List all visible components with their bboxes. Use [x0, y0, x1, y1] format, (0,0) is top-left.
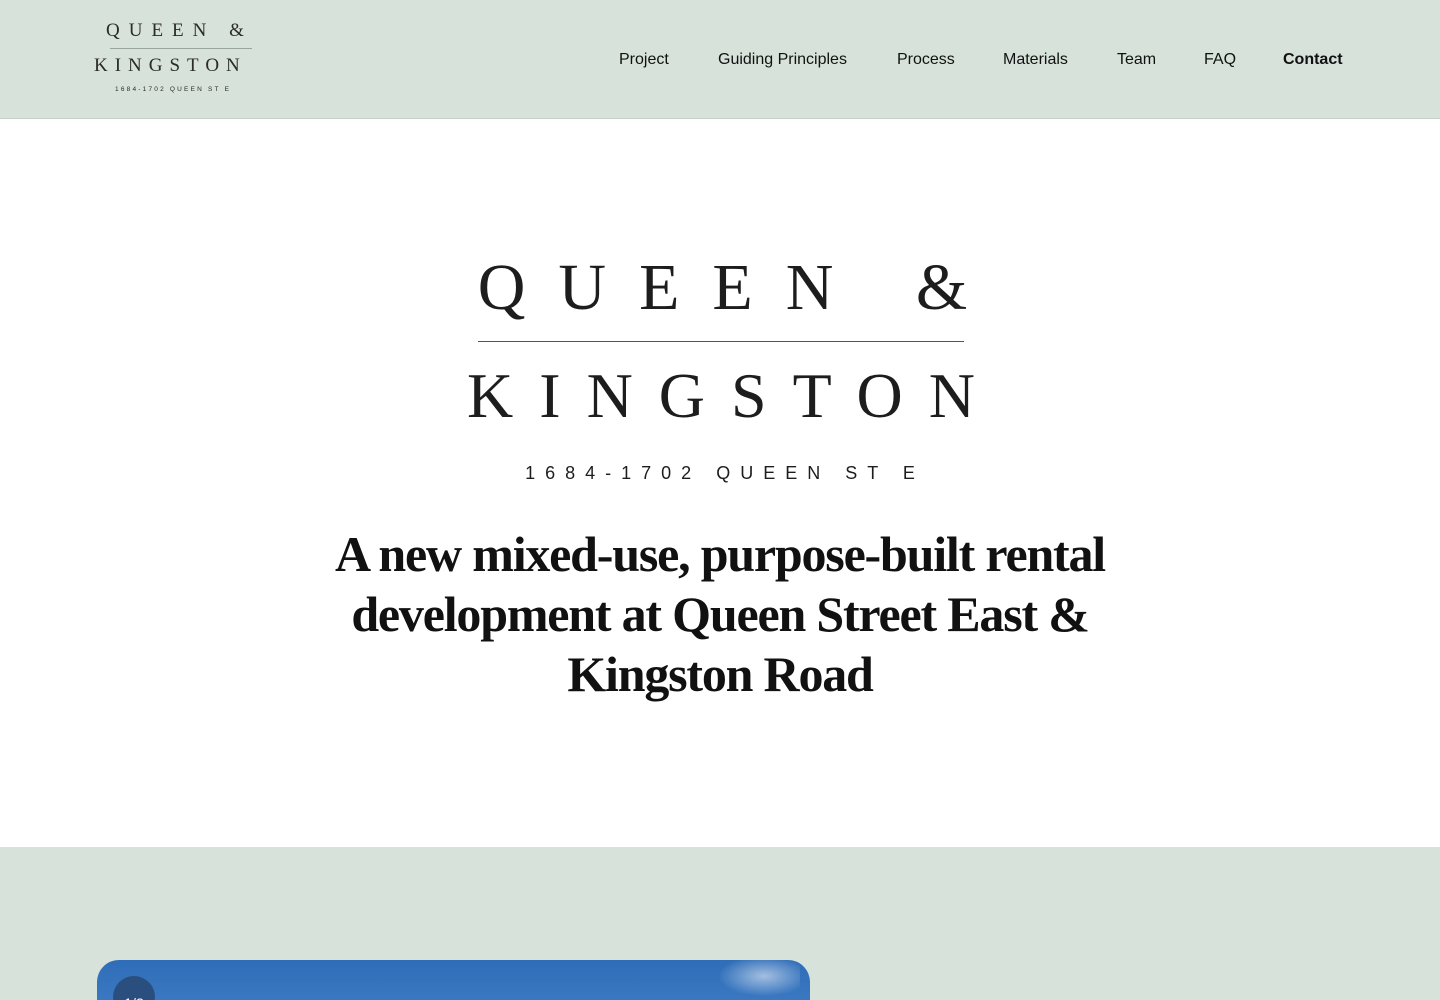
hero-section: QUEEN & KINGSTON 1684-1702 QUEEN ST E A …	[0, 0, 1440, 847]
gallery-section: 1/2	[0, 847, 1440, 1000]
slide-counter: 1/2	[113, 976, 155, 1000]
hero-logo-line-1: QUEEN &	[477, 251, 1001, 324]
hero-logo-line-2: KINGSTON	[467, 360, 1001, 431]
hero-logo-divider	[478, 341, 964, 342]
hero-logo-address: 1684-1702 QUEEN ST E	[525, 463, 925, 483]
sky-photo	[710, 960, 800, 1000]
image-gallery[interactable]: 1/2	[97, 960, 810, 1000]
hero-headline: A new mixed-use, purpose-built rental de…	[334, 526, 1106, 702]
